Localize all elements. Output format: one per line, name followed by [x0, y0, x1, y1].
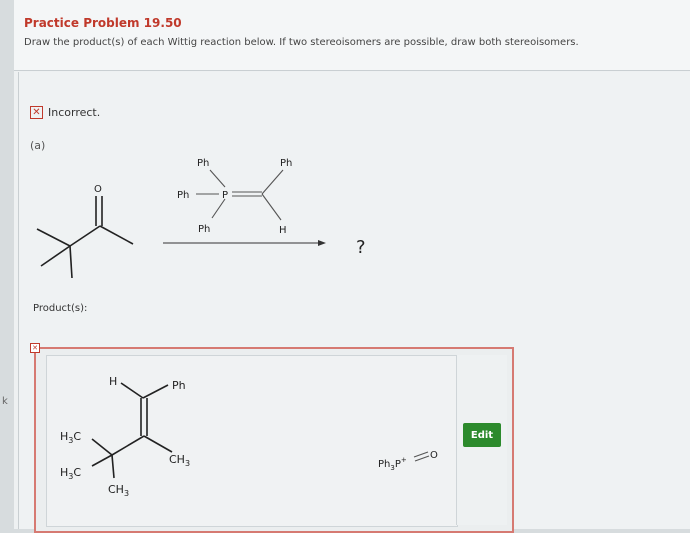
left-edge-mark: k	[2, 396, 8, 407]
answer-structure: H Ph H3C H3C CH3 CH3 Ph3P+ O	[60, 375, 438, 498]
svg-text:Ph3P+: Ph3P+	[378, 456, 407, 472]
answer-ph: Ph	[172, 379, 186, 392]
answer-h3c-top: H3C	[60, 430, 81, 445]
answer-h3c-bottom: H3C	[60, 466, 81, 481]
byproduct-oxygen: O	[430, 450, 438, 461]
phosphine-oxide-byproduct: Ph3P+ O	[378, 450, 438, 472]
answer-ch3-bottom: CH3	[108, 483, 129, 498]
drawn-alkene: H Ph H3C H3C CH3 CH3	[60, 375, 190, 498]
answer-h: H	[109, 375, 117, 388]
answer-ch3-right: CH3	[169, 453, 190, 468]
edit-button[interactable]: Edit	[463, 423, 501, 447]
